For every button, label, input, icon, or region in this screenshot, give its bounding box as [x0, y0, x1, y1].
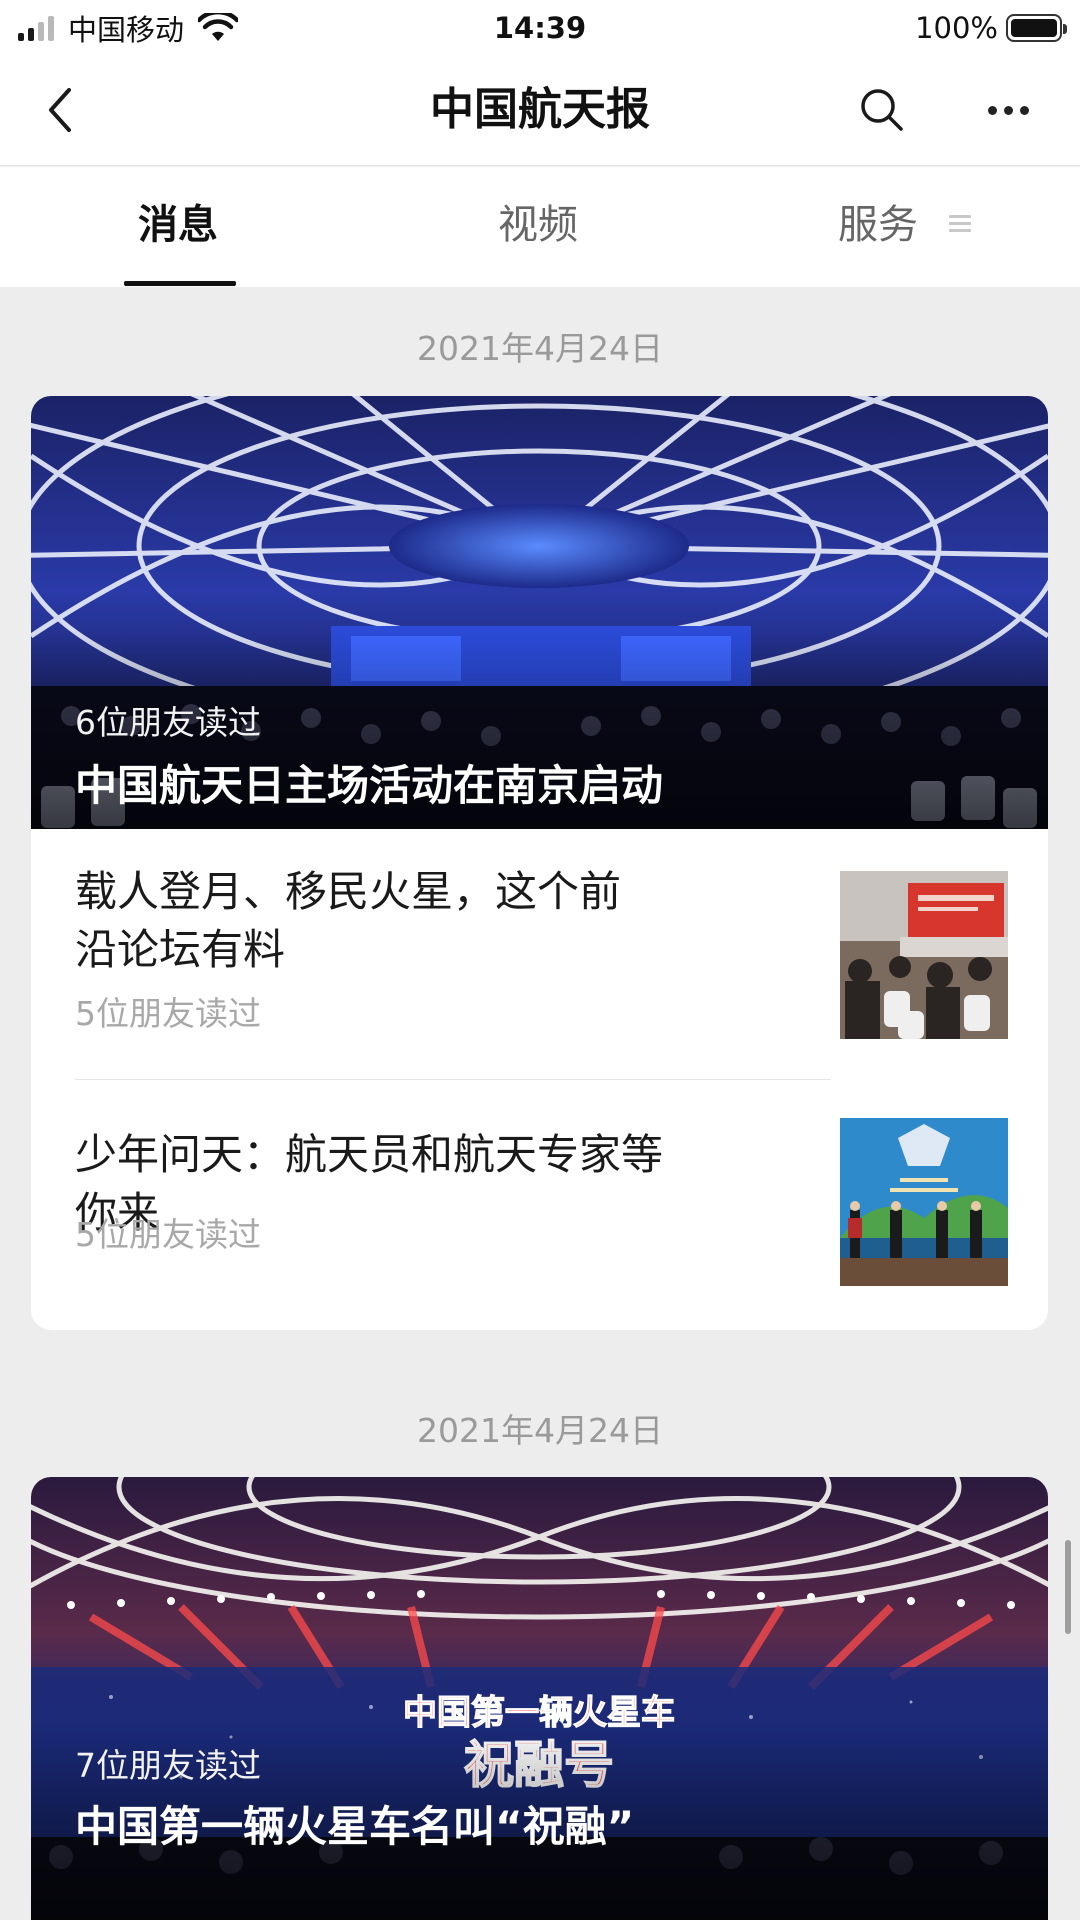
more-dots-icon [987, 105, 997, 115]
cover-readers: 7位朋友读过 [75, 1746, 261, 1785]
article-card: 中国第一辆火星车 祝融号 7位朋友读过 中国第一辆火星车名叫“祝融” [31, 1477, 1048, 1920]
cover-title: 中国第一辆火星车名叫“祝融” [75, 1802, 635, 1851]
article-title: 载人登月、移民火星，这个前沿论坛有料 [75, 867, 622, 974]
date-label: 2021年4月24日 [417, 1411, 663, 1450]
article-card: 6位朋友读过 中国航天日主场活动在南京启动 载人登月、移民火星，这个前沿论坛有料… [31, 396, 1048, 1330]
article-readers: 5位朋友读过 [75, 994, 261, 1033]
scroll-indicator[interactable] [1065, 1540, 1071, 1634]
cover-article[interactable]: 中国第一辆火星车 祝融号 7位朋友读过 中国第一辆火星车名叫“祝融” [31, 1477, 1048, 1920]
status-bar: 中国移动 14:39 100% [0, 0, 1080, 54]
search-button[interactable] [852, 80, 912, 140]
cover-article[interactable]: 6位朋友读过 中国航天日主场活动在南京启动 [31, 396, 1048, 829]
active-tab-indicator [124, 281, 236, 286]
cover-readers: 6位朋友读过 [75, 703, 261, 742]
battery-percentage: 100% [915, 11, 998, 45]
tab-bar: 消息 视频 服务 [0, 167, 1080, 287]
tab-services[interactable]: 服务 [838, 197, 971, 253]
article-readers: 5位朋友读过 [75, 1215, 261, 1254]
list-item[interactable]: 载人登月、移民火星，这个前沿论坛有料 5位朋友读过 [31, 829, 1048, 1079]
tab-messages[interactable]: 消息 [138, 197, 218, 253]
tab-services-label: 服务 [838, 202, 918, 248]
search-icon [861, 89, 903, 131]
battery-level [1011, 19, 1057, 37]
status-bar-right: 100% [915, 8, 1067, 48]
article-thumbnail [840, 871, 1008, 1039]
article-thumbnail [840, 1118, 1008, 1286]
battery-icon [1006, 14, 1067, 42]
cover-title: 中国航天日主场活动在南京启动 [75, 761, 664, 810]
menu-lines-icon [948, 213, 971, 235]
more-button[interactable] [976, 80, 1040, 140]
nav-bar: 中国航天报 [0, 54, 1080, 166]
tab-videos[interactable]: 视频 [498, 197, 578, 253]
list-item[interactable]: 少年问天：航天员和航天专家等你来 5位朋友读过 [31, 1080, 1048, 1330]
date-label: 2021年4月24日 [417, 329, 663, 368]
page-title: 中国航天报 [430, 84, 650, 135]
